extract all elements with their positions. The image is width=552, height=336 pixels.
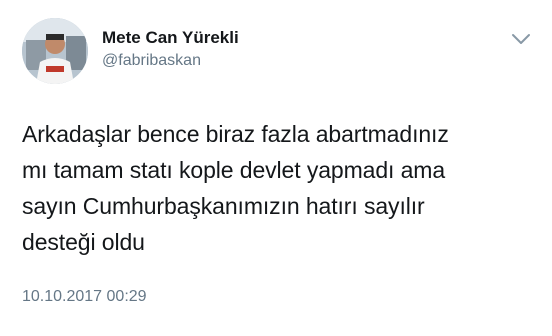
tweet-text-line: desteği oldu xyxy=(22,229,145,255)
tweet-text-line: Arkadaşlar bence biraz fazla abartmadını… xyxy=(22,121,449,147)
tweet-text-line: mı tamam statı kople devlet yapmadı ama xyxy=(22,157,446,183)
tweet-text-line: sayın Cumhurbaşkanımızın hatırı sayılır xyxy=(22,193,425,219)
chevron-down-icon[interactable] xyxy=(510,30,532,48)
avatar[interactable] xyxy=(22,18,88,84)
tweet-card: Mete Can Yürekli @fabribaskan Arkadaşlar… xyxy=(0,0,552,336)
display-name[interactable]: Mete Can Yürekli xyxy=(102,28,239,48)
tweet-timestamp[interactable]: 10.10.2017 00:29 xyxy=(22,288,147,306)
tweet-text: Arkadaşlar bence biraz fazla abartmadını… xyxy=(22,116,532,260)
user-handle[interactable]: @fabribaskan xyxy=(102,52,201,70)
avatar-image xyxy=(22,18,88,84)
